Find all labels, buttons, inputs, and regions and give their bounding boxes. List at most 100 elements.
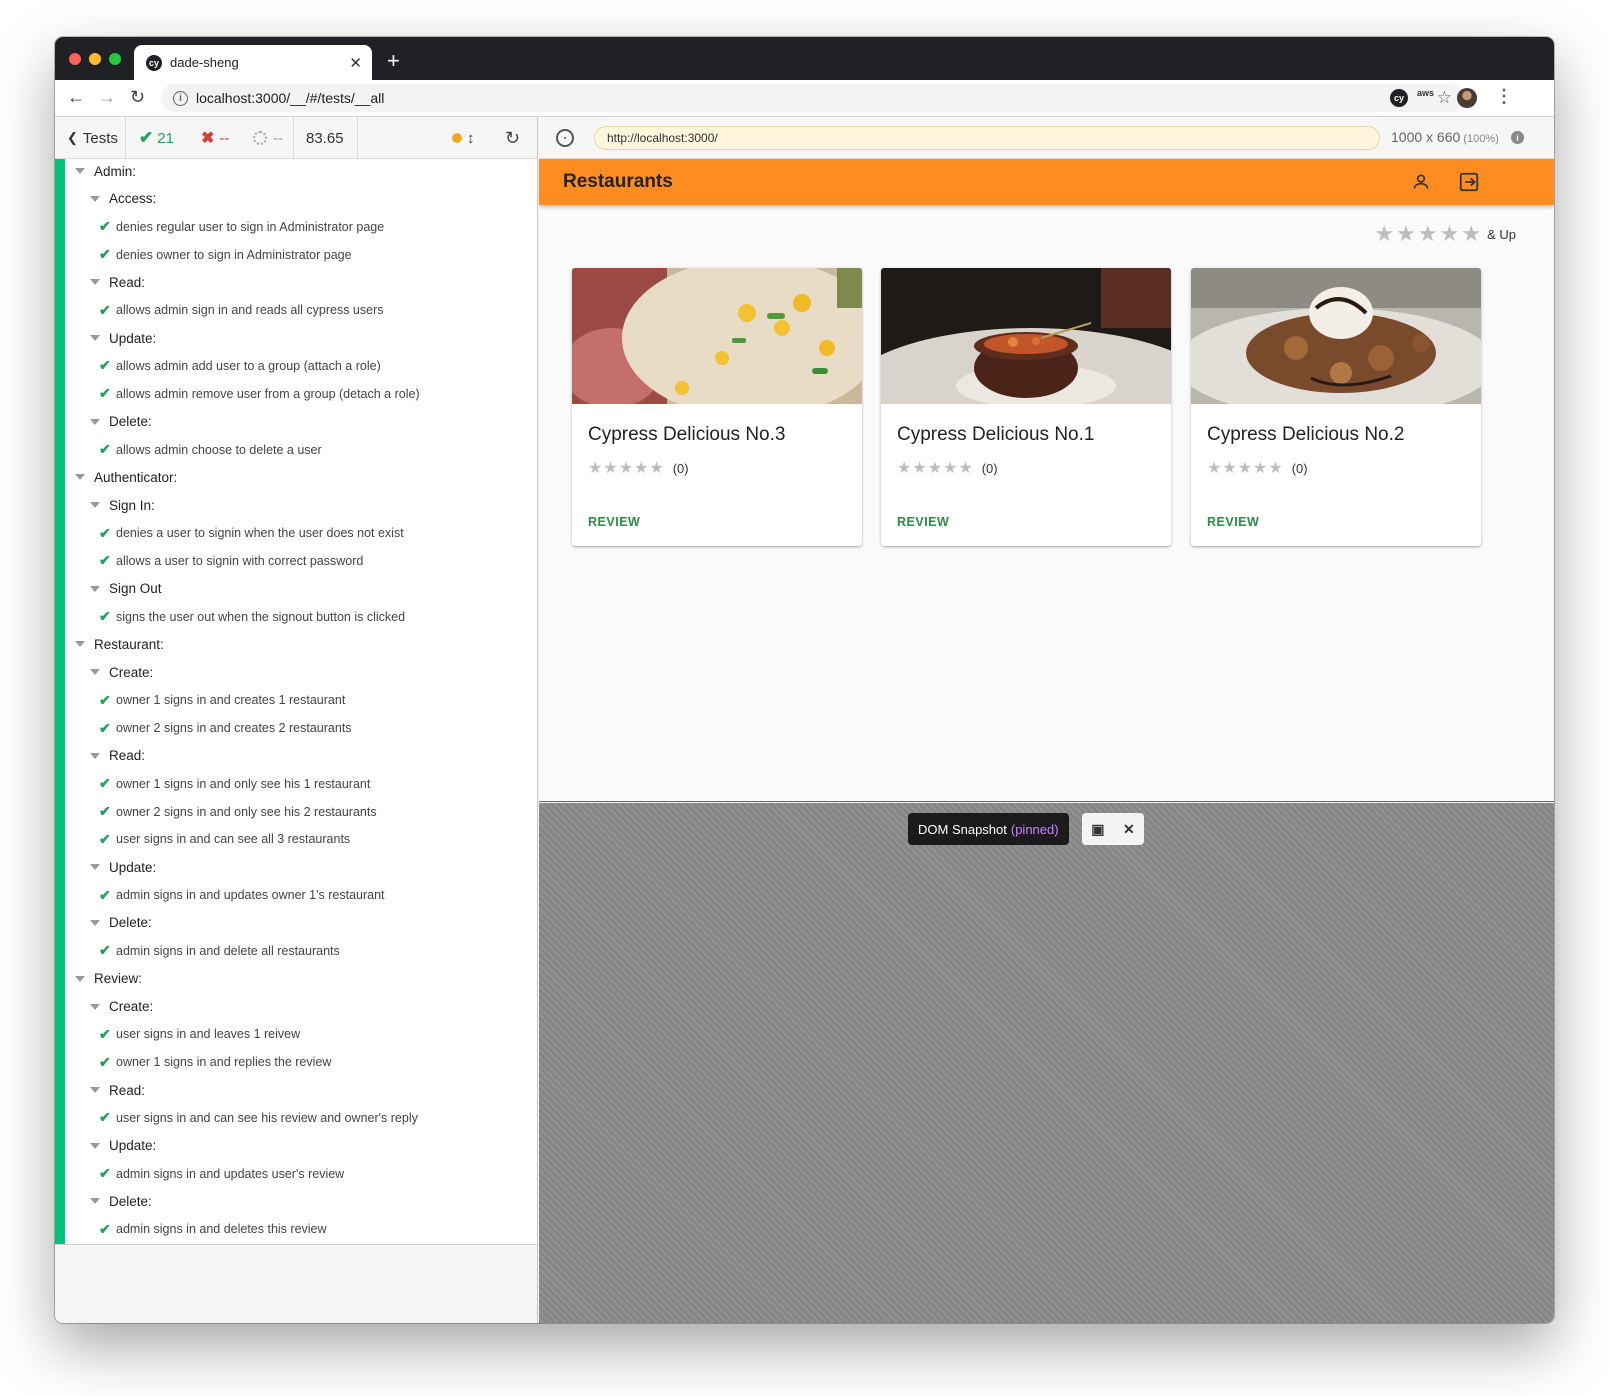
test-row[interactable]: ✔ owner 2 signs in and only see his 2 res…: [99, 801, 377, 823]
test-label: owner 2 signs in and only see his 2 rest…: [116, 804, 377, 819]
test-row[interactable]: ✔ admin signs in and deletes this review: [99, 1218, 327, 1240]
highlight-toggle-icon[interactable]: ▣: [1091, 821, 1104, 838]
new-tab-button[interactable]: +: [387, 48, 400, 74]
app-title: Restaurants: [563, 171, 673, 192]
browser-toolbar: ← → ↻ i localhost:3000/__/#/tests/__all …: [55, 80, 1554, 117]
suite-row[interactable]: Sign Out: [90, 578, 162, 600]
pending-count: --: [253, 117, 283, 159]
test-row[interactable]: ✔ denies regular user to sign in Administ…: [99, 216, 384, 238]
test-row[interactable]: ✔ user signs in and can see his review an…: [99, 1107, 418, 1129]
test-label: owner 2 signs in and creates 2 restauran…: [116, 721, 352, 735]
suite-row[interactable]: Authenticator:: [75, 466, 177, 488]
suite-row[interactable]: Create:: [90, 661, 153, 683]
caret-down-icon: [90, 669, 100, 676]
clay-pot-stew-image: [881, 268, 1171, 404]
site-info-icon[interactable]: i: [173, 90, 188, 106]
test-row[interactable]: ✔ user signs in and can see all 3 restaur…: [99, 828, 350, 850]
star-icon[interactable]: ★: [1396, 221, 1416, 246]
tab-close-icon[interactable]: ✕: [349, 54, 362, 72]
star-icon[interactable]: ★: [1418, 221, 1438, 246]
reporter-header: ❮ Tests ✔ 21 ✖ -- -- 83.65 ↕ ↻: [55, 117, 538, 159]
test-row[interactable]: ✔ admin signs in and updates owner 1's re…: [99, 884, 385, 906]
back-icon[interactable]: ←: [67, 87, 85, 108]
selector-playground-icon[interactable]: [556, 129, 574, 147]
aws-extension-icon[interactable]: aws: [1417, 88, 1435, 106]
caret-down-icon: [90, 919, 100, 926]
test-row[interactable]: ✔ allows admin add user to a group (attac…: [99, 355, 381, 377]
cypress-extension-icon[interactable]: cy: [1390, 89, 1408, 107]
test-row[interactable]: ✔ denies owner to sign in Administrator p…: [99, 244, 352, 266]
star-icon: ★: [1237, 460, 1253, 477]
browser-menu-icon[interactable]: ⋮: [1495, 86, 1513, 107]
suite-row[interactable]: Read:: [90, 1079, 145, 1101]
info-icon[interactable]: i: [1511, 131, 1524, 144]
test-row[interactable]: ✔ allows admin remove user from a group (…: [99, 383, 420, 405]
test-row[interactable]: ✔ allows admin choose to delete a user: [99, 439, 322, 461]
test-row[interactable]: ✔ admin signs in and updates user's revie…: [99, 1163, 344, 1185]
review-button[interactable]: REVIEW: [588, 515, 640, 529]
suite-row[interactable]: Update:: [90, 327, 156, 349]
suite-label: Read:: [109, 748, 146, 764]
rating-filter[interactable]: ★★★★★ & Up: [1372, 221, 1516, 247]
test-row[interactable]: ✔ allows admin sign in and reads all cypr…: [99, 299, 384, 321]
star-icon: ★: [958, 460, 973, 477]
app-under-test: Restaurants ★★★★★ & Up Cypress Delicious…: [539, 159, 1554, 802]
suite-row[interactable]: Update:: [90, 856, 156, 878]
close-window-button[interactable]: [69, 53, 81, 65]
pending-circle-icon: [253, 131, 267, 145]
test-row[interactable]: ✔ admin signs in and delete all restauran…: [99, 940, 340, 962]
person-icon[interactable]: [1411, 172, 1431, 192]
test-row[interactable]: ✔ signs the user out when the signout but…: [99, 606, 405, 628]
review-button[interactable]: REVIEW: [897, 515, 949, 529]
test-row[interactable]: ✔ user signs in and leaves 1 reivew: [99, 1023, 300, 1045]
logout-icon[interactable]: [1458, 171, 1480, 193]
test-row[interactable]: ✔ owner 1 signs in and only see his 1 res…: [99, 773, 370, 795]
forward-icon[interactable]: →: [98, 87, 116, 108]
address-bar[interactable]: i localhost:3000/__/#/tests/__all ☆: [161, 84, 1464, 112]
browser-tab[interactable]: cy dade-sheng ✕: [134, 45, 372, 80]
review-button[interactable]: REVIEW: [1207, 515, 1259, 529]
star-icon: ★: [649, 460, 664, 477]
suite-row[interactable]: Delete:: [90, 912, 152, 934]
test-row[interactable]: ✔ owner 1 signs in and replies the review: [99, 1051, 331, 1073]
suite-row[interactable]: Sign In:: [90, 494, 155, 516]
rerun-icon[interactable]: ↻: [505, 117, 520, 159]
suite-row[interactable]: Admin:: [75, 160, 136, 182]
suite-label: Delete:: [109, 1193, 152, 1209]
tests-button[interactable]: ❮ Tests: [67, 117, 118, 159]
test-row[interactable]: ✔ owner 1 signs in and creates 1 restaura…: [99, 689, 345, 711]
suite-row[interactable]: Create:: [90, 996, 153, 1018]
test-label: denies a user to signin when the user do…: [116, 526, 404, 541]
star-icon[interactable]: ★: [1461, 221, 1481, 246]
reload-icon[interactable]: ↻: [130, 87, 145, 108]
star-icon[interactable]: ★: [1374, 221, 1394, 246]
suite-label: Sign In:: [109, 497, 155, 513]
dessert-plate-image: [1191, 268, 1481, 404]
bookmark-star-icon[interactable]: ☆: [1437, 88, 1452, 108]
test-row[interactable]: ✔ allows a user to signin with correct pa…: [99, 550, 363, 572]
test-row[interactable]: ✔ owner 2 signs in and creates 2 restaura…: [99, 717, 352, 739]
test-row[interactable]: ✔ denies a user to signin when the user d…: [99, 522, 404, 544]
suite-row[interactable]: Read:: [90, 271, 145, 293]
restaurant-rating: ★★★★★ (0): [897, 458, 998, 478]
suite-row[interactable]: Update:: [90, 1135, 156, 1157]
suite-row[interactable]: Delete:: [90, 411, 152, 433]
suite-row[interactable]: Access:: [90, 188, 156, 210]
test-label: user signs in and can see all 3 restaura…: [116, 832, 351, 847]
unpin-close-icon[interactable]: ✕: [1123, 821, 1135, 838]
profile-avatar[interactable]: [1457, 88, 1477, 108]
caret-down-icon: [90, 1003, 100, 1010]
suite-label: Update:: [109, 330, 157, 346]
maximize-window-button[interactable]: [109, 53, 121, 65]
suite-row[interactable]: Restaurant:: [75, 633, 164, 655]
star-icon[interactable]: ★: [1440, 221, 1460, 246]
caret-down-icon: [90, 1198, 100, 1205]
suite-row[interactable]: Review:: [75, 968, 142, 990]
minimize-window-button[interactable]: [89, 53, 101, 65]
tab-title: dade-sheng: [170, 55, 239, 70]
suite-row[interactable]: Read:: [90, 745, 145, 767]
auto-scroll-toggle[interactable]: ↕: [452, 117, 475, 159]
suite-row[interactable]: Delete:: [90, 1190, 152, 1212]
viewport-size: 1000 x 660 (100%): [1391, 129, 1499, 145]
test-label: user signs in and can see his review and…: [116, 1110, 418, 1125]
